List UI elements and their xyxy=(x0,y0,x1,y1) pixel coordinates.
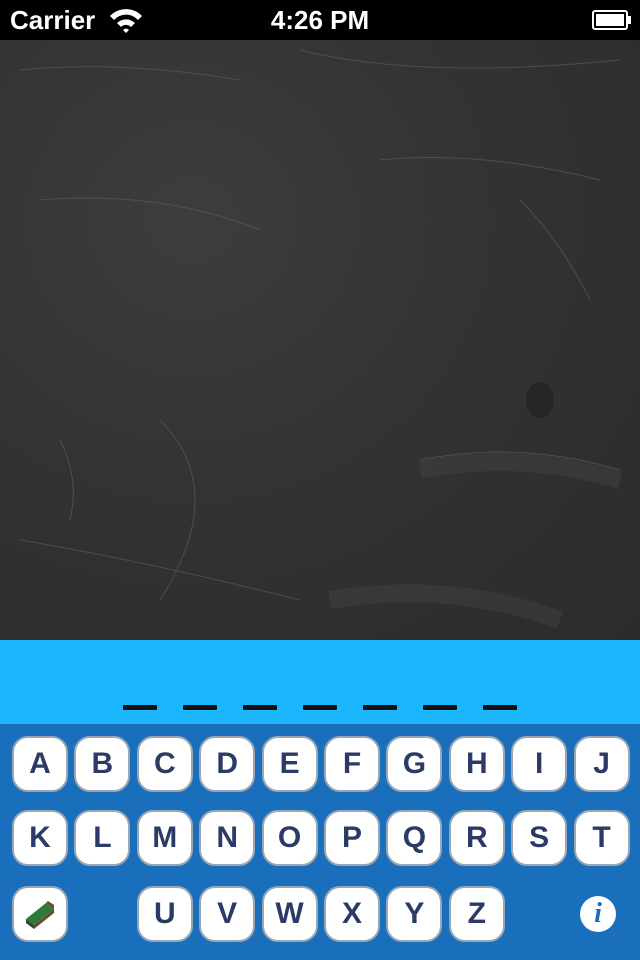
letter-slot xyxy=(423,705,457,710)
letter-slot xyxy=(363,705,397,710)
eraser-button[interactable] xyxy=(12,886,68,942)
battery-icon xyxy=(592,10,631,30)
key-i[interactable]: I xyxy=(511,736,568,792)
key-u[interactable]: U xyxy=(136,886,193,942)
info-icon: i xyxy=(594,898,602,929)
key-m[interactable]: M xyxy=(136,810,193,866)
letter-slot xyxy=(483,705,517,710)
key-n[interactable]: N xyxy=(199,810,256,866)
key-e[interactable]: E xyxy=(261,736,318,792)
key-f[interactable]: F xyxy=(324,736,380,792)
letter-keyboard: i ABCDEFGHIJ KLMNOPQRST UVWXYZ xyxy=(0,724,640,960)
letter-slot xyxy=(123,705,157,710)
key-j[interactable]: J xyxy=(573,736,630,792)
chalkboard[interactable] xyxy=(0,40,640,640)
key-b[interactable]: B xyxy=(74,736,131,792)
key-d[interactable]: D xyxy=(199,736,256,792)
key-r[interactable]: R xyxy=(448,810,505,866)
key-t[interactable]: T xyxy=(573,810,630,866)
key-w[interactable]: W xyxy=(261,886,318,942)
eraser-icon xyxy=(26,901,54,929)
letter-slot xyxy=(183,705,217,710)
info-button[interactable]: i xyxy=(580,896,616,932)
letter-slots xyxy=(0,705,640,710)
key-h[interactable]: H xyxy=(448,736,505,792)
key-x[interactable]: X xyxy=(324,886,380,942)
key-g[interactable]: G xyxy=(386,736,443,792)
key-l[interactable]: L xyxy=(74,810,131,866)
key-z[interactable]: Z xyxy=(448,886,505,942)
letter-slot xyxy=(303,705,337,710)
key-c[interactable]: C xyxy=(136,736,193,792)
key-s[interactable]: S xyxy=(511,810,568,866)
letter-slot xyxy=(243,705,277,710)
clock: 4:26 PM xyxy=(270,5,370,35)
chalk-smudges xyxy=(19,49,623,629)
key-q[interactable]: Q xyxy=(386,810,443,866)
word-bar xyxy=(0,640,640,724)
key-o[interactable]: O xyxy=(261,810,318,866)
key-p[interactable]: P xyxy=(324,810,380,866)
status-bar: Carrier 4:26 PM xyxy=(0,0,640,40)
key-k[interactable]: K xyxy=(12,810,68,866)
key-a[interactable]: A xyxy=(12,736,68,792)
key-y[interactable]: Y xyxy=(386,886,443,942)
key-v[interactable]: V xyxy=(199,886,256,942)
